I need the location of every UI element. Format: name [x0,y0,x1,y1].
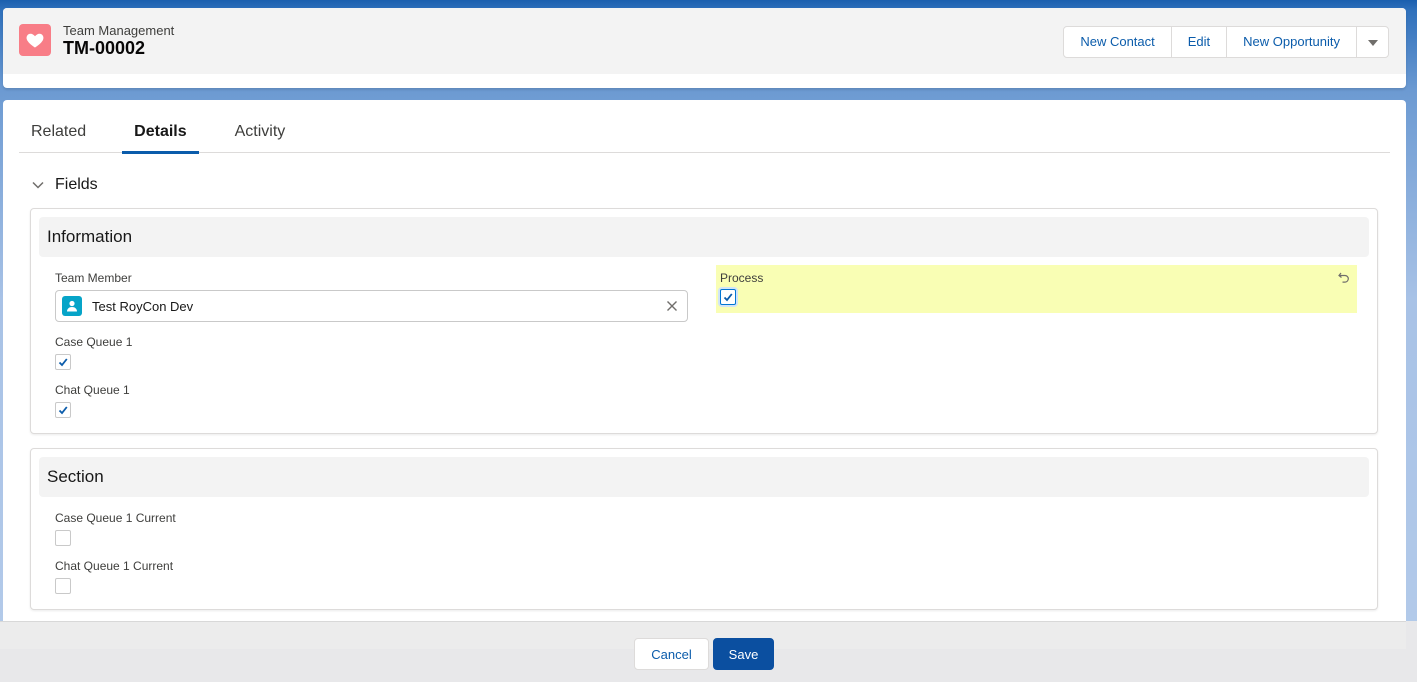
edit-footer: Cancel Save [0,621,1417,682]
team-member-label: Team Member [55,271,132,285]
record-detail-card: Related Details Activity Fields Informat… [3,100,1406,682]
tab-activity[interactable]: Activity [223,110,298,153]
save-button[interactable]: Save [713,638,774,670]
chevron-down-icon [32,181,44,189]
section-section: Section Case Queue 1 Current Chat Queue … [30,448,1378,610]
chat-queue-1-checkbox[interactable] [55,402,71,418]
section-section-header: Section [39,457,1369,497]
checkmark-icon [58,358,68,367]
tab-details[interactable]: Details [122,110,200,154]
chat-queue-1-field: Chat Queue 1 [55,383,130,418]
chat-queue-1-current-checkbox[interactable] [55,578,71,594]
information-section: Information Team Member Test RoyCon Dev … [30,208,1378,434]
cancel-button[interactable]: Cancel [634,638,709,670]
case-queue-1-current-checkbox[interactable] [55,530,71,546]
edit-button[interactable]: Edit [1171,27,1228,57]
chat-queue-1-current-label: Chat Queue 1 Current [55,559,174,573]
team-member-lookup[interactable]: Test RoyCon Dev [55,290,688,322]
fields-section-toggle[interactable]: Fields [31,176,98,194]
tab-bar: Related Details Activity [19,110,1390,154]
checkmark-icon [58,406,68,415]
process-label: Process [720,271,764,285]
case-queue-1-field: Case Queue 1 [55,335,132,370]
information-section-header: Information [39,217,1369,257]
record-title: TM-00002 [63,38,146,58]
action-button-group: New Contact Edit New Opportunity [1063,26,1389,58]
process-checkbox[interactable] [720,289,736,305]
contact-icon [62,296,82,316]
chat-queue-1-current-field: Chat Queue 1 Current [55,559,173,594]
checkmark-icon [723,293,733,302]
more-actions-button[interactable] [1357,27,1388,57]
case-queue-1-current-field: Case Queue 1 Current [55,511,176,546]
chat-queue-1-label: Chat Queue 1 [55,383,130,397]
team-member-field: Team Member Test RoyCon Dev [55,271,688,322]
new-contact-button[interactable]: New Contact [1064,27,1172,57]
case-queue-1-label: Case Queue 1 [55,335,133,349]
heart-icon [19,24,51,56]
fields-section-label: Fields [55,176,98,193]
undo-icon[interactable] [1337,270,1351,284]
record-header-bar: Team Management TM-00002 New Contact Edi… [3,8,1406,74]
clear-selection-icon[interactable] [665,299,679,313]
new-opportunity-button[interactable]: New Opportunity [1227,27,1357,57]
record-type-label: Team Management [63,23,175,38]
team-member-value: Test RoyCon Dev [92,298,194,314]
case-queue-1-checkbox[interactable] [55,354,71,370]
process-field: Process [716,265,1357,313]
case-queue-1-current-label: Case Queue 1 Current [55,511,176,525]
record-header: Team Management TM-00002 New Contact Edi… [3,8,1406,88]
tab-related[interactable]: Related [19,110,98,153]
caret-down-icon [1367,39,1378,46]
